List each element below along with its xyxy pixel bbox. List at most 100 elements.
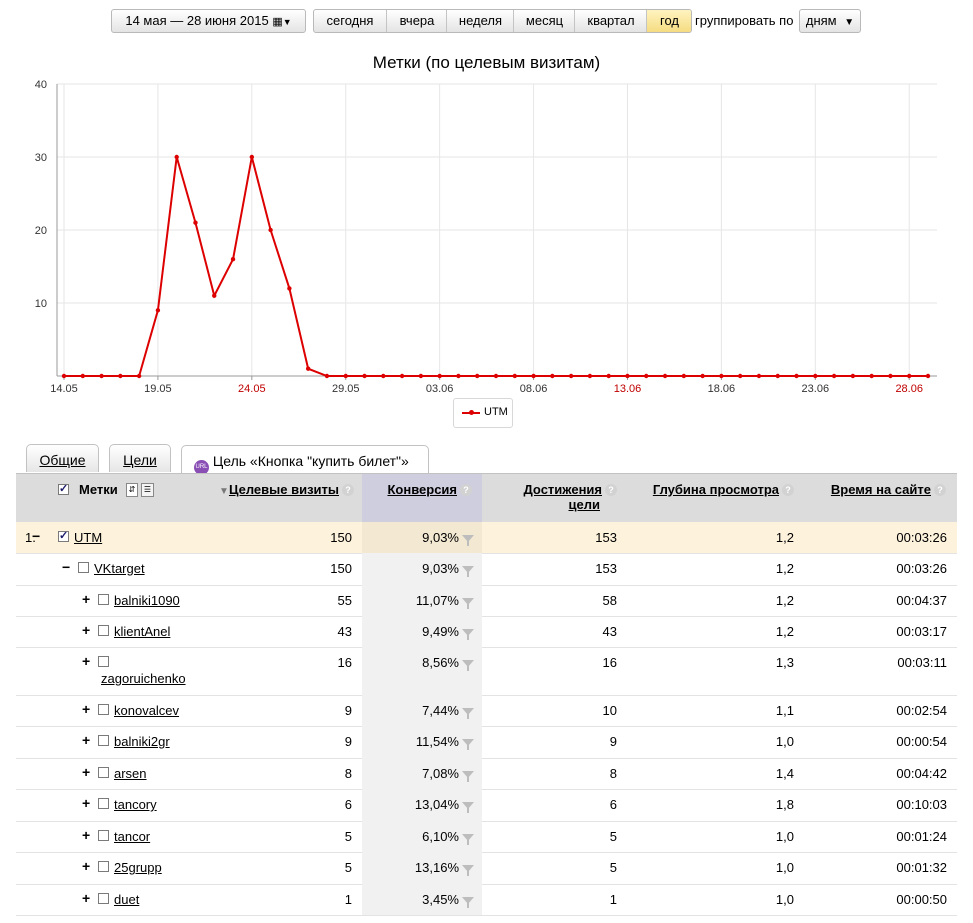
row-label-link[interactable]: balniki1090 xyxy=(114,593,180,608)
funnel-icon[interactable] xyxy=(462,739,474,750)
row-checkbox[interactable] xyxy=(58,529,69,542)
tab-general-label: Общие xyxy=(39,452,86,468)
data-point xyxy=(381,373,386,379)
expand-icon[interactable]: + xyxy=(82,622,90,638)
cell-conversion: 9,49% xyxy=(422,624,474,640)
cell-visits: 43 xyxy=(337,624,352,639)
expand-icon[interactable]: + xyxy=(82,764,90,780)
collapse-icon[interactable]: − xyxy=(62,559,70,575)
row-checkbox[interactable] xyxy=(98,704,109,715)
header-depth[interactable]: Глубина просмотра? xyxy=(628,482,794,497)
expand-icon[interactable]: + xyxy=(82,653,90,669)
row-checkbox[interactable] xyxy=(98,625,109,636)
table-row: + balniki1090 55 11,07% 58 1,2 00:04:37 xyxy=(16,585,957,617)
tab-goal-buy-ticket[interactable]: URL Цель «Кнопка "купить билет"» xyxy=(181,445,429,475)
data-point xyxy=(719,373,724,379)
row-label-link[interactable]: tancory xyxy=(114,797,157,812)
funnel-icon[interactable] xyxy=(462,708,474,719)
period-quarter[interactable]: квартал xyxy=(574,10,647,32)
expand-icon[interactable]: + xyxy=(82,591,90,607)
expand-icon[interactable]: + xyxy=(82,858,90,874)
funnel-icon[interactable] xyxy=(462,660,474,671)
conversion-value: 9,03% xyxy=(422,561,459,576)
row-checkbox[interactable] xyxy=(98,767,109,778)
row-label-link[interactable]: klientAnel xyxy=(114,624,170,639)
row-checkbox[interactable] xyxy=(98,861,109,872)
row-label-link[interactable]: konovalcev xyxy=(114,703,179,718)
help-icon[interactable]: ? xyxy=(605,484,617,496)
tab-general[interactable]: Общие xyxy=(26,444,99,472)
cell-goals: 5 xyxy=(609,860,617,875)
row-checkbox[interactable] xyxy=(98,798,109,809)
row-label-link[interactable]: 25grupp xyxy=(114,860,162,875)
cell-depth: 1,0 xyxy=(775,829,794,844)
funnel-icon[interactable] xyxy=(462,771,474,782)
cell-time: 00:01:32 xyxy=(896,860,947,875)
row-label-link[interactable]: balniki2gr xyxy=(114,734,170,749)
row-label-link[interactable]: tancor xyxy=(114,829,150,844)
row-label-link[interactable]: duet xyxy=(114,892,139,907)
cell-conversion: 3,45% xyxy=(422,892,474,908)
date-range-button[interactable]: 14 мая — 28 июня 2015 ▦▼ xyxy=(111,9,306,33)
row-label-link[interactable]: VKtarget xyxy=(94,561,145,576)
data-point xyxy=(61,373,67,379)
data-point xyxy=(212,293,217,298)
header-visits[interactable]: ▼Целевые визиты? xyxy=(206,482,354,499)
dropdown-arrow-icon: ▼ xyxy=(844,17,855,28)
expand-icon[interactable]: + xyxy=(82,732,90,748)
funnel-icon[interactable] xyxy=(462,535,474,546)
cell-time: 00:03:26 xyxy=(896,530,947,545)
list-view-icon[interactable]: ☰ xyxy=(141,483,154,497)
help-icon[interactable]: ? xyxy=(934,484,946,496)
funnel-icon[interactable] xyxy=(462,897,474,908)
tab-goal-label: Цель «Кнопка "купить билет"» xyxy=(212,453,409,469)
header-conversion[interactable]: Конверсия? xyxy=(362,482,472,497)
cell-conversion: 13,04% xyxy=(415,797,474,813)
row-checkbox[interactable] xyxy=(98,594,109,605)
row-checkbox[interactable] xyxy=(78,562,89,573)
row-label-link[interactable]: arsen xyxy=(114,766,147,781)
x-tick-label: 08.06 xyxy=(520,383,548,395)
period-yesterday[interactable]: вчера xyxy=(386,10,447,32)
x-tick-label: 03.06 xyxy=(426,383,454,395)
column-settings-icon[interactable]: ⇵ xyxy=(126,483,138,497)
funnel-icon[interactable] xyxy=(462,865,474,876)
row-label-link[interactable]: zagoruichenko xyxy=(101,671,186,686)
period-month[interactable]: месяц xyxy=(513,10,575,32)
funnel-icon[interactable] xyxy=(462,802,474,813)
collapse-icon[interactable]: − xyxy=(32,528,40,544)
period-year[interactable]: год xyxy=(646,10,691,32)
cell-goals: 10 xyxy=(602,703,617,718)
expand-icon[interactable]: + xyxy=(82,827,90,843)
help-icon[interactable]: ? xyxy=(460,484,472,496)
row-checkbox[interactable] xyxy=(98,735,109,746)
period-today[interactable]: сегодня xyxy=(314,10,386,32)
row-label-link[interactable]: UTM xyxy=(74,530,102,545)
group-by-select[interactable]: дням ▼ xyxy=(799,9,861,33)
data-point xyxy=(118,373,123,379)
header-goal-reached[interactable]: Достижения? цели xyxy=(496,482,617,512)
select-all-checkbox[interactable] xyxy=(58,482,69,495)
expand-icon[interactable]: + xyxy=(82,795,90,811)
data-point xyxy=(136,373,142,379)
funnel-icon[interactable] xyxy=(462,566,474,577)
funnel-icon[interactable] xyxy=(462,629,474,640)
row-checkbox[interactable] xyxy=(98,893,109,904)
help-icon[interactable]: ? xyxy=(342,484,354,496)
data-point xyxy=(813,373,818,379)
cell-conversion: 13,16% xyxy=(415,860,474,876)
chart-legend[interactable]: UTM xyxy=(453,398,513,428)
expand-icon[interactable]: + xyxy=(82,890,90,906)
tab-goals[interactable]: Цели xyxy=(109,444,171,472)
group-by-value: дням xyxy=(805,13,837,28)
row-checkbox[interactable] xyxy=(98,830,109,841)
funnel-icon[interactable] xyxy=(462,598,474,609)
expand-icon[interactable]: + xyxy=(82,701,90,717)
header-time[interactable]: Время на сайте? xyxy=(806,482,946,497)
x-tick-label: 18.06 xyxy=(708,383,736,395)
funnel-icon[interactable] xyxy=(462,834,474,845)
help-icon[interactable]: ? xyxy=(782,484,794,496)
row-checkbox[interactable] xyxy=(98,656,109,667)
cell-time: 00:03:26 xyxy=(896,561,947,576)
period-week[interactable]: неделя xyxy=(446,10,514,32)
